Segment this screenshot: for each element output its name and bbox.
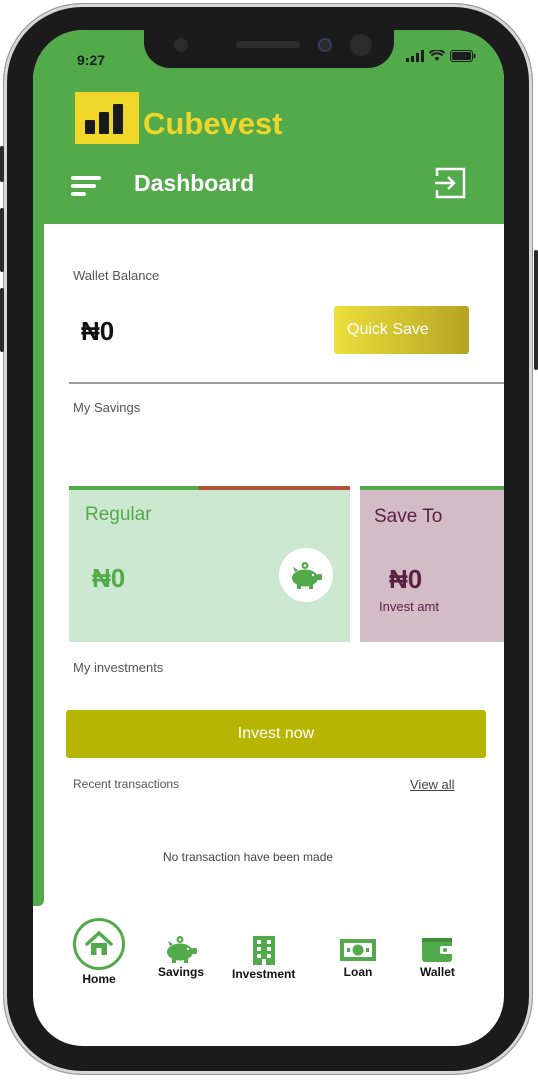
sensor-icon [318, 38, 332, 52]
piggy-bank-icon [292, 562, 322, 589]
volume-up-button [0, 208, 4, 272]
menu-icon[interactable] [71, 176, 103, 196]
save-to-card-amount: ₦0 [389, 564, 423, 594]
nav-savings-label: Savings [158, 965, 205, 979]
nav-loan-label: Loan [343, 965, 373, 979]
view-all-link[interactable]: View all [410, 777, 455, 792]
nav-savings[interactable]: Savings [158, 935, 204, 979]
wallet-icon [422, 938, 455, 962]
speaker-grille [236, 41, 300, 48]
divider [69, 382, 504, 384]
nav-home[interactable]: Home [73, 918, 125, 986]
quick-save-button[interactable]: Quick Save [334, 306, 469, 354]
invest-now-button[interactable]: Invest now [66, 710, 486, 758]
recent-transactions-label: Recent transactions [73, 777, 180, 791]
nav-wallet[interactable]: Wallet [420, 935, 455, 979]
regular-savings-card[interactable]: Regular ₦0 [69, 486, 350, 642]
wallet-balance-value: ₦0 [81, 316, 115, 346]
regular-card-title: Regular [85, 504, 152, 525]
empty-transactions-message: No transaction have been made [162, 850, 334, 864]
power-button [534, 250, 538, 370]
my-savings-label: My Savings [73, 400, 141, 415]
battery-icon [450, 50, 476, 62]
my-investments-label: My investments [73, 660, 164, 675]
nav-wallet-label: Wallet [420, 965, 455, 979]
logo-icon [75, 92, 139, 144]
signal-icon [406, 50, 424, 62]
front-camera-icon [350, 34, 372, 56]
nav-investment-label: Investment [232, 967, 296, 981]
banknote-icon [340, 939, 376, 961]
piggy-bank-button[interactable] [279, 548, 333, 602]
camera-icon [174, 38, 188, 52]
home-icon [85, 931, 113, 955]
mute-switch [0, 146, 4, 182]
app-screen: 9:27 Cubevest Dashboard Wallet Balance ₦… [33, 30, 504, 1046]
save-to-card[interactable]: Save To ₦0 Invest amt [360, 486, 504, 642]
app-header: 9:27 Cubevest Dashboard [33, 30, 504, 224]
save-to-card-title: Save To [374, 506, 443, 527]
phone-notch [144, 30, 394, 68]
nav-home-label: Home [82, 972, 116, 986]
wifi-icon [429, 50, 445, 61]
save-to-card-subtitle: Invest amt [379, 599, 439, 614]
nav-investment[interactable]: Investment [232, 935, 295, 981]
home-button[interactable] [73, 918, 125, 970]
regular-card-amount: ₦0 [92, 563, 126, 593]
accent-bar [33, 224, 44, 906]
nav-loan[interactable]: Loan [340, 935, 376, 979]
logout-icon[interactable] [433, 166, 467, 200]
status-icons [406, 50, 476, 62]
building-icon [252, 936, 275, 965]
status-time: 9:27 [77, 52, 106, 68]
brand-name: Cubevest [143, 106, 283, 141]
piggy-bank-icon [167, 936, 198, 963]
wallet-balance-label: Wallet Balance [73, 268, 160, 283]
page-title: Dashboard [134, 170, 255, 196]
volume-down-button [0, 288, 4, 352]
